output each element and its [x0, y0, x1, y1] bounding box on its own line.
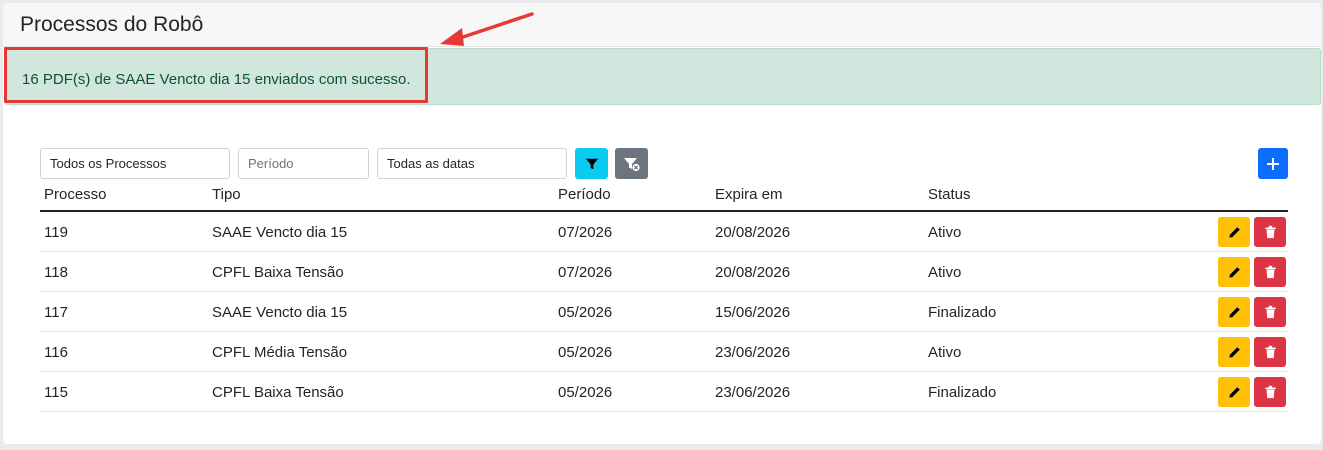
cell-status: Ativo: [928, 344, 962, 361]
period-filter-input[interactable]: [238, 148, 369, 179]
table-row: 118 CPFL Baixa Tensão 07/2026 20/08/2026…: [40, 252, 1288, 292]
cell-periodo: 07/2026: [558, 224, 613, 241]
delete-button[interactable]: [1254, 337, 1286, 367]
column-header-expira: Expira em: [715, 186, 783, 203]
cell-processo: 116: [44, 344, 68, 361]
table-row: 119 SAAE Vencto dia 15 07/2026 20/08/202…: [40, 212, 1288, 252]
cell-tipo: CPFL Baixa Tensão: [212, 264, 344, 281]
cell-status: Ativo: [928, 264, 962, 281]
cell-processo: 119: [44, 224, 68, 241]
annotation-highlight-box: [4, 47, 428, 103]
cell-processo: 117: [44, 304, 68, 321]
clear-filter-button[interactable]: [615, 148, 648, 179]
column-header-tipo: Tipo: [212, 186, 241, 203]
edit-button[interactable]: [1218, 377, 1250, 407]
cell-tipo: SAAE Vencto dia 15: [212, 304, 348, 321]
column-header-periodo: Período: [558, 186, 611, 203]
table-row: 117 SAAE Vencto dia 15 05/2026 15/06/202…: [40, 292, 1288, 332]
cell-status: Ativo: [928, 224, 962, 241]
cell-tipo: CPFL Baixa Tensão: [212, 384, 344, 401]
cell-periodo: 05/2026: [558, 304, 613, 321]
red-arrow-icon: [440, 12, 534, 46]
funnel-icon: [585, 158, 598, 169]
delete-button[interactable]: [1254, 297, 1286, 327]
cell-status: Finalizado: [928, 384, 997, 401]
page-title: Processos do Robô: [20, 13, 204, 36]
cell-processo: 115: [44, 384, 68, 401]
trash-icon: [1264, 385, 1276, 399]
add-process-button[interactable]: [1258, 148, 1288, 179]
column-header-processo: Processo: [44, 186, 107, 203]
delete-button[interactable]: [1254, 257, 1286, 287]
cell-periodo: 05/2026: [558, 344, 613, 361]
edit-button[interactable]: [1218, 257, 1250, 287]
cell-expira: 23/06/2026: [715, 384, 791, 401]
plus-icon: [1267, 157, 1279, 170]
column-header-status: Status: [928, 186, 971, 203]
process-filter-select[interactable]: [40, 148, 230, 179]
edit-button[interactable]: [1218, 217, 1250, 247]
table-row: 116 CPFL Média Tensão 05/2026 23/06/2026…: [40, 332, 1288, 372]
edit-button[interactable]: [1218, 337, 1250, 367]
delete-button[interactable]: [1254, 217, 1286, 247]
trash-icon: [1264, 265, 1276, 279]
pencil-icon: [1229, 386, 1240, 397]
dates-filter-select[interactable]: [377, 148, 567, 179]
card-header: Processos do Robô: [3, 3, 1321, 47]
cell-expira: 23/06/2026: [715, 344, 791, 361]
cell-expira: 20/08/2026: [715, 224, 791, 241]
cell-tipo: CPFL Média Tensão: [212, 344, 348, 361]
apply-filter-button[interactable]: [575, 148, 608, 179]
pencil-icon: [1229, 306, 1240, 317]
pencil-icon: [1229, 226, 1240, 237]
trash-icon: [1264, 225, 1276, 239]
cell-tipo: SAAE Vencto dia 15: [212, 224, 348, 241]
pencil-icon: [1229, 346, 1240, 357]
cell-expira: 15/06/2026: [715, 304, 791, 321]
table-row: 115 CPFL Baixa Tensão 05/2026 23/06/2026…: [40, 372, 1288, 412]
cell-expira: 20/08/2026: [715, 264, 791, 281]
trash-icon: [1264, 345, 1276, 359]
edit-button[interactable]: [1218, 297, 1250, 327]
funnel-clear-icon: [623, 157, 640, 171]
delete-button[interactable]: [1254, 377, 1286, 407]
trash-icon: [1264, 305, 1276, 319]
cell-status: Finalizado: [928, 304, 997, 321]
cell-periodo: 05/2026: [558, 384, 613, 401]
cell-periodo: 07/2026: [558, 264, 613, 281]
cell-processo: 118: [44, 264, 68, 281]
pencil-icon: [1229, 266, 1240, 277]
